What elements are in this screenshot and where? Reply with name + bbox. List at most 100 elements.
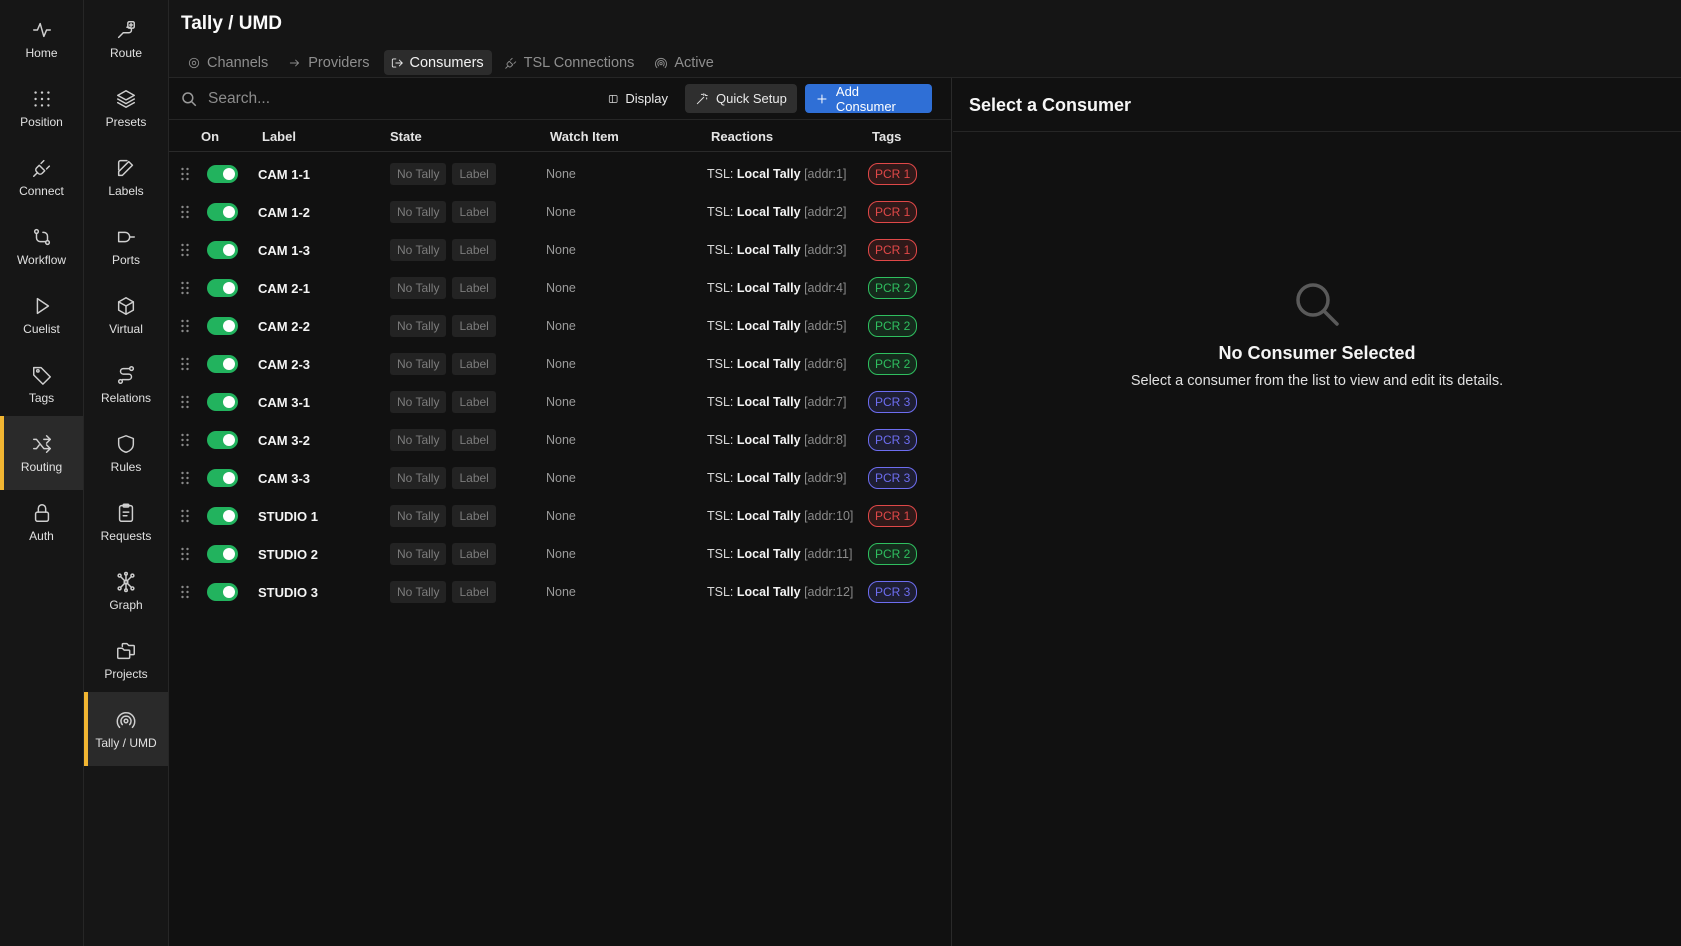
nav-item-tags[interactable]: Tags bbox=[0, 347, 83, 421]
table-row[interactable]: STUDIO 2 No Tally Label None TSL: Local Tall… bbox=[169, 535, 951, 573]
enabled-toggle[interactable] bbox=[207, 583, 238, 601]
enabled-toggle[interactable] bbox=[207, 279, 238, 297]
nav-item-labels[interactable]: Labels bbox=[84, 140, 168, 214]
nav-item-requests[interactable]: Requests bbox=[84, 485, 168, 559]
label-state-pill: Label bbox=[452, 581, 496, 603]
column-header-on[interactable]: On bbox=[201, 129, 219, 144]
reaction-address: [addr:8] bbox=[804, 433, 847, 447]
table-row[interactable]: STUDIO 1 No Tally Label None TSL: Local Tall… bbox=[169, 497, 951, 535]
enabled-toggle[interactable] bbox=[207, 203, 238, 221]
enabled-toggle[interactable] bbox=[207, 431, 238, 449]
drag-handle-icon[interactable] bbox=[180, 155, 190, 193]
enabled-toggle[interactable] bbox=[207, 545, 238, 563]
column-header-tags[interactable]: Tags bbox=[872, 129, 901, 144]
drag-handle-icon[interactable] bbox=[180, 573, 190, 611]
nav-item-cuelist[interactable]: Cuelist bbox=[0, 278, 83, 352]
drag-handle-icon[interactable] bbox=[180, 383, 190, 421]
table-row[interactable]: STUDIO 3 No Tally Label None TSL: Local Tall… bbox=[169, 573, 951, 611]
drag-handle-icon[interactable] bbox=[180, 269, 190, 307]
reaction-target: Local Tally bbox=[736, 243, 801, 257]
watch-item: None bbox=[546, 585, 576, 599]
drag-handle-icon[interactable] bbox=[180, 497, 190, 535]
table-row[interactable]: CAM 3-3 No Tally Label None TSL: Local Tally… bbox=[169, 459, 951, 497]
watch-item: None bbox=[546, 357, 576, 371]
nav-item-label: Virtual bbox=[109, 321, 143, 336]
secondary-nav: Route Presets Labels Ports Virtual Relations R… bbox=[84, 0, 169, 946]
column-header-reactions[interactable]: Reactions bbox=[711, 129, 773, 144]
search-input[interactable] bbox=[208, 86, 508, 112]
nav-item-route[interactable]: Route bbox=[84, 2, 168, 76]
enabled-toggle[interactable] bbox=[207, 469, 238, 487]
enabled-toggle[interactable] bbox=[207, 393, 238, 411]
edit-icon bbox=[117, 159, 134, 176]
reaction: TSL: Local Tally [addr:3] bbox=[707, 231, 846, 269]
reaction-target: Local Tally bbox=[736, 281, 801, 295]
reaction-prefix: TSL: bbox=[707, 357, 734, 371]
enabled-toggle[interactable] bbox=[207, 241, 238, 259]
reaction-address: [addr:4] bbox=[804, 281, 847, 295]
nav-item-virtual[interactable]: Virtual bbox=[84, 278, 168, 352]
tag-cell: PCR 1 bbox=[868, 155, 918, 193]
nav-item-position[interactable]: Position bbox=[0, 71, 83, 145]
nav-item-rules[interactable]: Rules bbox=[84, 416, 168, 490]
tab-active[interactable]: Active bbox=[648, 50, 722, 75]
folders-icon bbox=[117, 642, 135, 659]
nav-item-projects[interactable]: Projects bbox=[84, 623, 168, 697]
state-cell: No Tally Label bbox=[390, 421, 496, 459]
nav-item-presets[interactable]: Presets bbox=[84, 71, 168, 145]
nav-item-label: Home bbox=[25, 45, 58, 60]
drag-handle-icon[interactable] bbox=[180, 193, 190, 231]
nav-item-graph[interactable]: Graph bbox=[84, 554, 168, 628]
tab-label: Providers bbox=[308, 54, 370, 71]
nav-item-ports[interactable]: Ports bbox=[84, 209, 168, 283]
add-consumer-button[interactable]: Add Consumer bbox=[805, 84, 932, 114]
column-header-label[interactable]: Label bbox=[262, 129, 296, 144]
nav-item-home[interactable]: Home bbox=[0, 2, 83, 76]
table-row[interactable]: CAM 3-1 No Tally Label None TSL: Local Tally… bbox=[169, 383, 951, 421]
enabled-toggle[interactable] bbox=[207, 355, 238, 373]
reaction-target: Local Tally bbox=[736, 509, 801, 523]
column-header-watch-item[interactable]: Watch Item bbox=[550, 129, 619, 144]
nav-item-relations[interactable]: Relations bbox=[84, 347, 168, 421]
layers-icon bbox=[117, 89, 135, 108]
tab-tsl-connections[interactable]: TSL Connections bbox=[498, 50, 643, 75]
nav-item-tally-umd[interactable]: Tally / UMD bbox=[84, 692, 168, 766]
drag-handle-icon[interactable] bbox=[180, 535, 190, 573]
tab-channels[interactable]: Channels bbox=[181, 50, 276, 75]
tab-providers[interactable]: Providers bbox=[282, 50, 377, 75]
table-row[interactable]: CAM 1-1 No Tally Label None TSL: Local Tally… bbox=[169, 155, 951, 193]
reaction: TSL: Local Tally [addr:4] bbox=[707, 269, 846, 307]
channel-icon bbox=[188, 57, 200, 68]
tab-consumers[interactable]: Consumers bbox=[383, 50, 492, 75]
state-cell: No Tally Label bbox=[390, 459, 496, 497]
enabled-toggle[interactable] bbox=[207, 165, 238, 183]
table-row[interactable]: CAM 1-3 No Tally Label None TSL: Local Tally… bbox=[169, 231, 951, 269]
enabled-toggle[interactable] bbox=[207, 317, 238, 335]
drag-handle-icon[interactable] bbox=[180, 421, 190, 459]
table-row[interactable]: CAM 2-2 No Tally Label None TSL: Local Tally… bbox=[169, 307, 951, 345]
drag-handle-icon[interactable] bbox=[180, 307, 190, 345]
column-header-state[interactable]: State bbox=[390, 129, 422, 144]
consumer-label: CAM 2-2 bbox=[258, 318, 311, 334]
drag-handle-icon[interactable] bbox=[180, 345, 190, 383]
enabled-toggle[interactable] bbox=[207, 507, 238, 525]
drag-handle-icon[interactable] bbox=[180, 459, 190, 497]
quick-setup-button[interactable]: Quick Setup bbox=[685, 84, 797, 113]
table-row[interactable]: CAM 3-2 No Tally Label None TSL: Local Tally… bbox=[169, 421, 951, 459]
table-row[interactable]: CAM 1-2 No Tally Label None TSL: Local Tally… bbox=[169, 193, 951, 231]
tally-state-pill: No Tally bbox=[390, 581, 447, 603]
tag-badge: PCR 2 bbox=[868, 353, 918, 375]
nav-item-auth[interactable]: Auth bbox=[0, 485, 83, 559]
nav-item-connect[interactable]: Connect bbox=[0, 140, 83, 214]
nav-item-label: Route bbox=[109, 45, 143, 60]
tag-cell: PCR 3 bbox=[868, 421, 918, 459]
nav-item-label: Workflow bbox=[16, 252, 67, 267]
drag-handle-icon[interactable] bbox=[180, 231, 190, 269]
nav-item-workflow[interactable]: Workflow bbox=[0, 209, 83, 283]
table-row[interactable]: CAM 2-3 No Tally Label None TSL: Local Tally… bbox=[169, 345, 951, 383]
table-row[interactable]: CAM 2-1 No Tally Label None TSL: Local Tally… bbox=[169, 269, 951, 307]
reaction: TSL: Local Tally [addr:8] bbox=[707, 421, 846, 459]
state-cell: No Tally Label bbox=[390, 383, 496, 421]
nav-item-routing[interactable]: Routing bbox=[0, 416, 83, 490]
display-button[interactable]: Display bbox=[598, 84, 678, 113]
